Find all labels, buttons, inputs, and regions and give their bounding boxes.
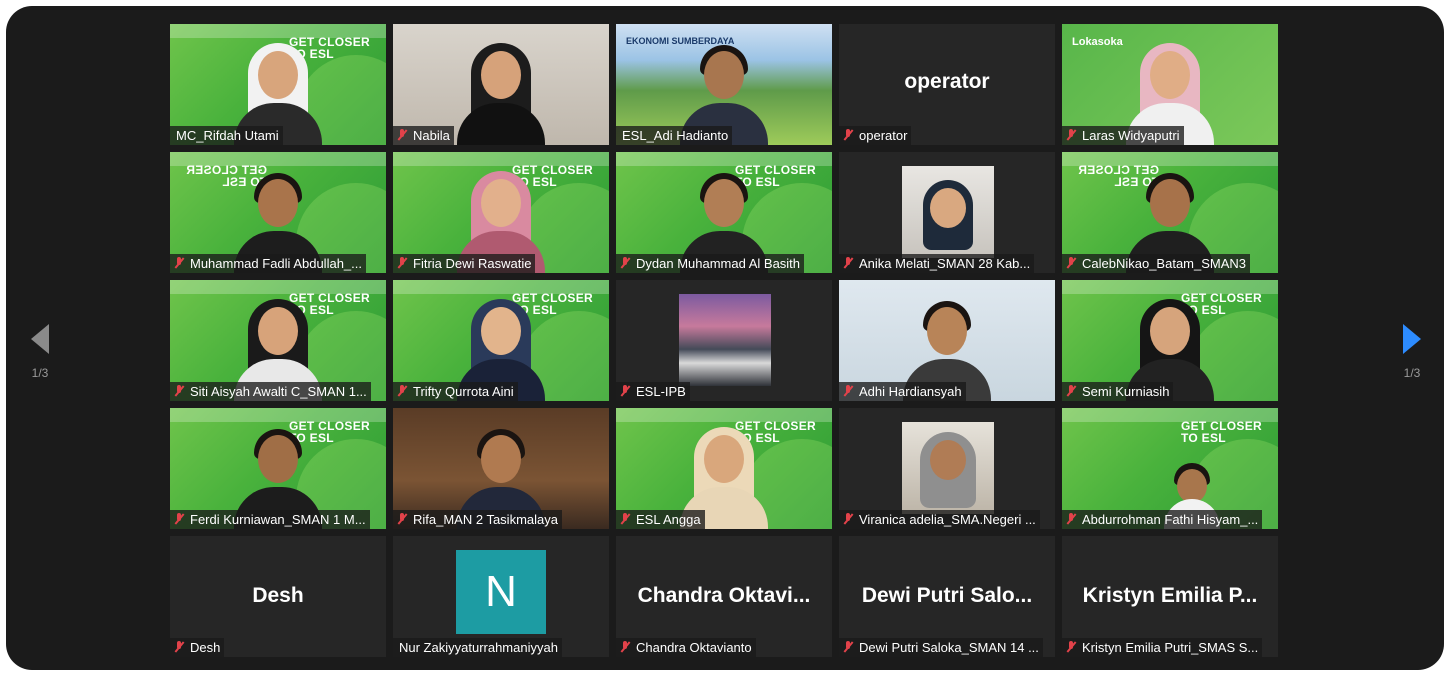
participant-name: Laras Widyaputri	[1062, 126, 1184, 145]
mic-muted-icon	[843, 385, 853, 397]
mic-muted-icon	[843, 513, 853, 525]
mic-muted-icon	[620, 641, 630, 653]
participant-name: ESL Angga	[616, 510, 705, 529]
participant-name: Dewi Putri Saloka_SMAN 14 ...	[839, 638, 1043, 657]
participant-tile[interactable]: Dewi Putri Salo... Dewi Putri Saloka_SMA…	[839, 536, 1055, 657]
mic-muted-icon	[397, 513, 407, 525]
participant-tile[interactable]: GET CLOSER TO ESL Dydan Muhammad Al Basit…	[616, 152, 832, 273]
mic-muted-icon	[843, 641, 853, 653]
participant-display-name: Dewi Putri Salo...	[861, 584, 1033, 607]
participant-tile[interactable]: GET CLOSER TO ESL Semi Kurniasih	[1062, 280, 1278, 401]
mic-muted-icon	[174, 513, 184, 525]
mic-muted-icon	[1066, 385, 1076, 397]
participant-name: Desh	[170, 638, 225, 657]
background-logo: Lokasoka	[1072, 36, 1123, 48]
mic-muted-icon	[620, 257, 630, 269]
mic-muted-icon	[397, 257, 407, 269]
participant-tile[interactable]: N Nur Zakiyyaturrahmaniyyah	[393, 536, 609, 657]
meeting-window: 1/3 1/3 GET CLOSER TO ESL MC_Rifdah Utami…	[6, 6, 1444, 670]
participant-tile[interactable]: GET CLOSER TO ESL Siti Aisyah Awalti C_SM…	[170, 280, 386, 401]
mic-muted-icon	[174, 257, 184, 269]
mic-muted-icon	[1066, 257, 1076, 269]
participant-name: Semi Kurniasih	[1062, 382, 1174, 401]
participant-display-name: operator	[904, 70, 990, 93]
participant-name: ESL_Adi Hadianto	[616, 126, 733, 145]
participant-name: Dydan Muhammad Al Basith	[616, 254, 805, 273]
participant-tile[interactable]: GET CLOSER TO ESL MC_Rifdah Utami	[170, 24, 386, 145]
chevron-right-icon	[1403, 324, 1421, 354]
participant-video	[902, 166, 994, 258]
participant-name: Ferdi Kurniawan_SMAN 1 M...	[170, 510, 370, 529]
participant-tile[interactable]: Nabila	[393, 24, 609, 145]
participant-tile[interactable]: GET CLOSER TO ESL Fitria Dewi Raswatie	[393, 152, 609, 273]
page-indicator-left: 1/3	[31, 366, 49, 380]
participant-tile[interactable]: GET CLOSER TO ESL ESL Angga	[616, 408, 832, 529]
background-overlay-text: GET CLOSER TO ESL	[1180, 419, 1262, 445]
mic-muted-icon	[620, 385, 630, 397]
participant-tile[interactable]: EKONOMI SUMBERDAYA ESL_Adi Hadianto	[616, 24, 832, 145]
participant-name: Abdurrohman Fathi Hisyam_...	[1062, 510, 1263, 529]
participant-name: Muhammad Fadli Abdullah_...	[170, 254, 366, 273]
participant-tile[interactable]: GET CLOSER TO ESL Ferdi Kurniawan_SMAN 1 …	[170, 408, 386, 529]
mic-muted-icon	[1066, 129, 1076, 141]
mic-muted-icon	[1066, 641, 1076, 653]
prev-page-button[interactable]: 1/3	[20, 324, 60, 380]
participant-tile[interactable]: Kristyn Emilia P... Kristyn Emilia Putri…	[1062, 536, 1278, 657]
mic-muted-icon	[397, 385, 407, 397]
mic-muted-icon	[1066, 513, 1076, 525]
participant-tile[interactable]: Lokasoka Laras Widyaputri	[1062, 24, 1278, 145]
participant-name: Adhi Hardiansyah	[839, 382, 966, 401]
participant-name: Nabila	[393, 126, 454, 145]
participant-video	[902, 422, 994, 514]
participant-tile[interactable]: Desh Desh	[170, 536, 386, 657]
mic-muted-icon	[843, 129, 853, 141]
participant-video	[679, 294, 771, 386]
mic-muted-icon	[397, 129, 407, 141]
participant-avatar: N	[456, 550, 546, 634]
participant-tile[interactable]: GET CLOSER TO ESL Muhammad Fadli Abdullah…	[170, 152, 386, 273]
participant-name: Siti Aisyah Awalti C_SMAN 1...	[170, 382, 371, 401]
next-page-button[interactable]: 1/3	[1392, 324, 1432, 380]
participant-name: Chandra Oktavianto	[616, 638, 756, 657]
participant-video	[453, 41, 549, 145]
participant-tile[interactable]: Viranica adelia_SMA.Negeri ...	[839, 408, 1055, 529]
participant-display-name: Kristyn Emilia P...	[1082, 584, 1258, 607]
participant-name: Viranica adelia_SMA.Negeri ...	[839, 510, 1040, 529]
participant-tile[interactable]: operator operator	[839, 24, 1055, 145]
participant-name: MC_Rifdah Utami	[170, 126, 283, 145]
mic-muted-icon	[174, 641, 184, 653]
participant-name: operator	[839, 126, 912, 145]
participant-tile[interactable]: GET CLOSER TO ESL CalebNikao_Batam_SMAN3	[1062, 152, 1278, 273]
page-indicator-right: 1/3	[1403, 366, 1421, 380]
mic-muted-icon	[843, 257, 853, 269]
participant-name: Rifa_MAN 2 Tasikmalaya	[393, 510, 562, 529]
participant-name: CalebNikao_Batam_SMAN3	[1062, 254, 1251, 273]
participant-tile[interactable]: GET CLOSER TO ESL Abdurrohman Fathi Hisya…	[1062, 408, 1278, 529]
participant-tile[interactable]: Adhi Hardiansyah	[839, 280, 1055, 401]
participant-name: Fitria Dewi Raswatie	[393, 254, 536, 273]
participant-tile[interactable]: ESL-IPB	[616, 280, 832, 401]
participant-name: Trifty Qurrota Aini	[393, 382, 518, 401]
participant-gallery: GET CLOSER TO ESL MC_Rifdah Utami Nabila …	[170, 24, 1278, 657]
participant-name: Anika Melati_SMAN 28 Kab...	[839, 254, 1035, 273]
participant-tile[interactable]: Rifa_MAN 2 Tasikmalaya	[393, 408, 609, 529]
participant-display-name: Chandra Oktavi...	[637, 584, 811, 607]
participant-tile[interactable]: Anika Melati_SMAN 28 Kab...	[839, 152, 1055, 273]
mic-muted-icon	[620, 513, 630, 525]
participant-name: Kristyn Emilia Putri_SMAS S...	[1062, 638, 1263, 657]
mic-muted-icon	[174, 385, 184, 397]
chevron-left-icon	[31, 324, 49, 354]
participant-display-name: Desh	[252, 584, 304, 607]
participant-tile[interactable]: GET CLOSER TO ESL Trifty Qurrota Aini	[393, 280, 609, 401]
participant-tile[interactable]: Chandra Oktavi... Chandra Oktavianto	[616, 536, 832, 657]
participant-name: ESL-IPB	[616, 382, 690, 401]
participant-name: Nur Zakiyyaturrahmaniyyah	[393, 638, 562, 657]
